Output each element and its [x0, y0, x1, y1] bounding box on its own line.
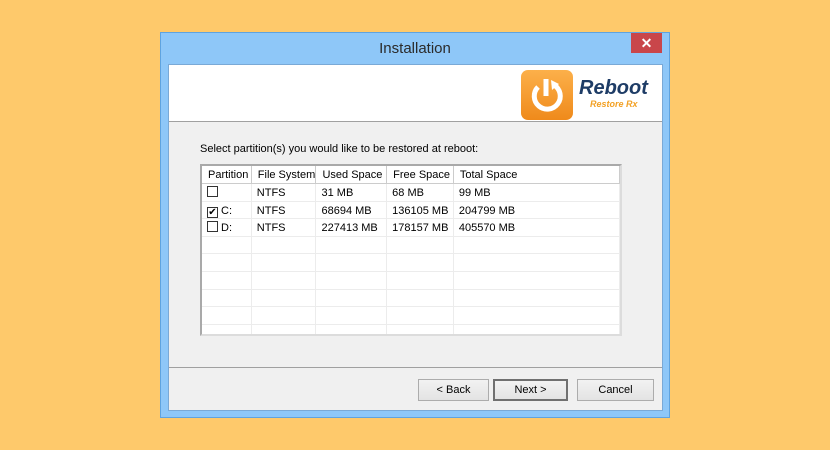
file-system-cell: NTFS: [252, 201, 317, 219]
total-space-cell: 204799 MB: [454, 201, 620, 219]
table-header: Partition File System Used Space Free Sp…: [202, 166, 620, 184]
column-header-total-space[interactable]: Total Space: [453, 166, 620, 183]
next-button[interactable]: Next >: [493, 379, 568, 401]
empty-row: [202, 289, 620, 308]
partition-checkbox[interactable]: [207, 221, 218, 233]
installation-window: Installation ✕ Reboot Restore Rx Select …: [160, 32, 670, 418]
partition-cell: [202, 184, 252, 201]
empty-row: [202, 236, 620, 255]
file-system-cell: NTFS: [252, 219, 317, 236]
brand-name: Reboot: [579, 77, 648, 99]
header-banner: Reboot Restore Rx: [169, 65, 662, 122]
partition-cell: ✔ C:: [202, 201, 252, 219]
file-system-cell: NTFS: [252, 184, 317, 201]
free-space-cell: 178157 MB: [387, 219, 454, 236]
column-header-used-space[interactable]: Used Space: [316, 166, 388, 183]
window-title: Installation: [379, 40, 451, 57]
partition-table: Partition File System Used Space Free Sp…: [200, 164, 622, 336]
column-header-free-space[interactable]: Free Space: [387, 166, 454, 183]
empty-row: [202, 307, 620, 325]
table-row[interactable]: NTFS 31 MB 68 MB 99 MB: [202, 184, 620, 202]
cancel-button[interactable]: Cancel: [577, 379, 654, 401]
total-space-cell: 405570 MB: [454, 219, 620, 236]
power-logo-icon: [521, 70, 573, 120]
column-header-file-system[interactable]: File System: [251, 166, 317, 183]
table-row[interactable]: ✔ C: NTFS 68694 MB 136105 MB 204799 MB: [202, 201, 620, 220]
back-button[interactable]: < Back: [418, 379, 489, 401]
empty-row: [202, 324, 620, 334]
free-space-cell: 68 MB: [387, 184, 454, 201]
used-space-cell: 227413 MB: [316, 219, 388, 236]
close-button[interactable]: ✕: [631, 33, 662, 53]
free-space-cell: 136105 MB: [387, 201, 454, 219]
partition-label: D:: [221, 222, 232, 235]
footer-divider: [169, 367, 662, 368]
partition-checkbox[interactable]: [207, 186, 218, 197]
total-space-cell: 99 MB: [454, 184, 620, 201]
table-row[interactable]: D: NTFS 227413 MB 178157 MB 405570 MB: [202, 219, 620, 237]
dialog-body: Reboot Restore Rx Select partition(s) yo…: [168, 64, 663, 411]
empty-row: [202, 271, 620, 290]
column-header-partition[interactable]: Partition: [202, 166, 252, 183]
partition-checkbox[interactable]: ✔: [207, 206, 218, 218]
instruction-label: Select partition(s) you would like to be…: [200, 143, 479, 155]
brand-subtitle: Restore Rx: [590, 99, 638, 109]
used-space-cell: 31 MB: [316, 184, 388, 201]
used-space-cell: 68694 MB: [316, 201, 388, 219]
partition-label: C:: [221, 204, 232, 217]
empty-row: [202, 254, 620, 272]
partition-cell: D:: [202, 219, 252, 236]
